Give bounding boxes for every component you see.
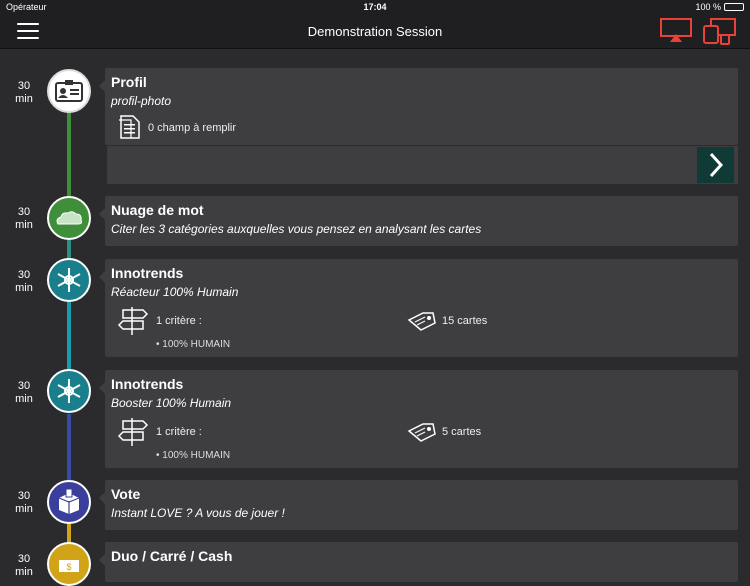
step-card-innotrends-2[interactable]: Innotrends Booster 100% Humain 1 critère… [99,370,738,468]
step-duration: 30 min [15,380,33,405]
step-title: Duo / Carré / Cash [111,548,233,564]
battery-percent: 100 % [695,2,721,12]
step-title: Profil [111,74,147,90]
step-card-profil[interactable]: Profil profil-photo 0 champ à remplir [99,68,738,145]
step-card-nuage[interactable]: Nuage de mot Citer les 3 catégories auxq… [99,196,738,246]
step-card-innotrends-1[interactable]: Innotrends Réacteur 100% Humain 1 critèr… [99,259,738,357]
criteria-count: 1 critère : [156,315,202,327]
tag-icon [407,312,436,331]
innotrends-node[interactable] [47,369,91,413]
criteria-item: • 100% HUMAIN [156,339,231,350]
timeline-segment [67,302,71,372]
battery-icon [724,3,744,11]
cards-count: 15 cartes [442,315,488,327]
step-card-duo[interactable]: Duo / Carré / Cash [99,542,738,582]
svg-text:$: $ [66,562,71,572]
criteria-count: 1 critère : [156,426,202,438]
step-title: Innotrends [111,265,184,281]
navigation-bar: Demonstration Session [0,15,750,49]
cash-icon: $ [59,560,79,572]
step-title: Nuage de mot [111,202,204,218]
page-title: Demonstration Session [307,24,443,39]
id-card-icon [55,80,83,102]
step-subtitle: Instant LOVE ? A vous de jouer ! [111,506,285,520]
timeline-segment [67,524,71,544]
status-bar: Opérateur 17:04 100 % [0,0,750,15]
step-subtitle: Booster 100% Humain [111,396,232,410]
battery-indicator: 100 % [695,2,744,12]
criteria-item: • 100% HUMAIN [156,450,231,461]
next-button[interactable] [697,147,734,183]
snowflake-icon [57,379,81,403]
vote-node[interactable] [47,480,91,524]
step-duration: 30 min [15,80,33,105]
duo-node[interactable]: $ [47,542,91,586]
step-title: Innotrends [111,376,184,392]
step-subtitle: Réacteur 100% Humain [111,285,239,299]
signpost-icon [117,418,149,446]
step-duration: 30 min [15,553,33,578]
profil-card-footer [107,146,738,184]
step-card-vote[interactable]: Vote Instant LOVE ? A vous de jouer ! [99,480,738,530]
profile-node[interactable] [47,69,91,113]
clock: 17:04 [363,2,387,12]
tag-icon [407,423,436,442]
timeline-segment [67,414,71,482]
step-duration: 30 min [15,269,33,294]
step-duration: 30 min [15,490,33,515]
timeline-segment [67,112,71,196]
timeline-segment [67,240,71,260]
word-cloud-icon [56,211,83,225]
snowflake-icon [57,268,81,292]
ballot-box-icon [58,489,80,514]
step-subtitle: profil-photo [111,94,172,108]
step-title: Vote [111,486,141,502]
form-document-icon [119,115,140,139]
signpost-icon [117,307,149,335]
cards-count: 5 cartes [442,426,482,438]
step-duration: 30 min [15,206,33,231]
screen-mirroring-icon[interactable] [703,18,737,45]
fields-count: 0 champ à remplir [148,122,237,134]
innotrends-node[interactable] [47,258,91,302]
chevron-right-icon [709,152,723,178]
word-cloud-node[interactable] [47,196,91,240]
airplay-icon[interactable] [660,18,692,43]
step-subtitle: Citer les 3 catégories auxquelles vous p… [111,222,482,236]
